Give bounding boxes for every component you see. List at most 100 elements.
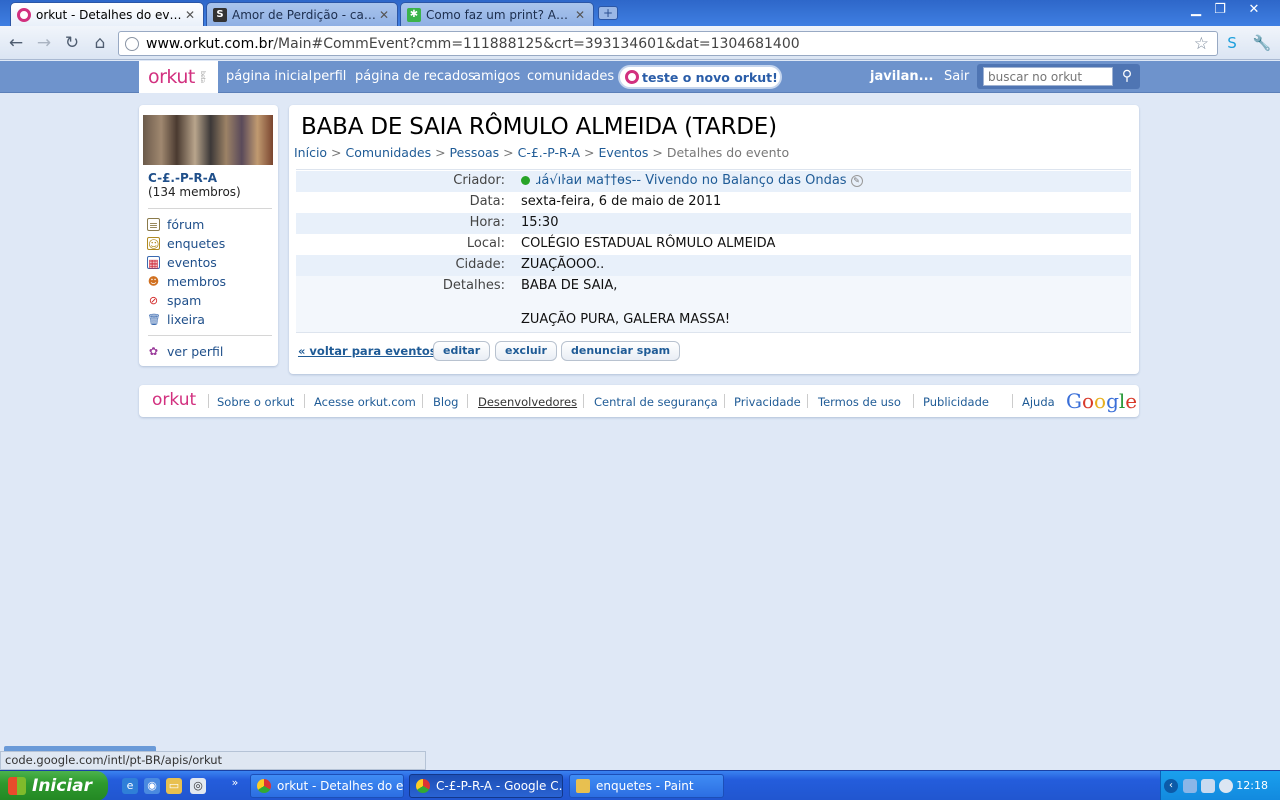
quicklaunch-expand-icon[interactable]: » [230,775,240,791]
taskbar-item-label: enquetes - Paint [596,779,694,793]
taskbar-item-community[interactable]: C-£-P-R-A - Google C... [409,774,563,798]
event-details-panel: BABA DE SAIA RÔMULO ALMEIDA (TARDE) Iníc… [289,105,1139,374]
sidebar-item-polls[interactable]: ☺ enquetes [147,236,225,251]
breadcrumb-inicio[interactable]: Início [294,145,327,160]
back-button[interactable]: ← [5,32,27,54]
pencil-icon[interactable]: ✎ [850,174,863,187]
try-new-orkut-button[interactable]: teste o novo orkut! [618,65,782,89]
footer-link-advertising[interactable]: Publicidade [923,395,989,409]
taskbar-item-paint[interactable]: enquetes - Paint [569,774,724,798]
nav-home[interactable]: página inicial [226,69,312,84]
footer-link-blog[interactable]: Blog [433,395,458,409]
search-input[interactable] [983,67,1113,86]
creator-value: ɹá√ıŀaи мa††ɵs-- Vivendo no Balanço das … [521,173,863,188]
nav-profile[interactable]: perfil [313,69,346,84]
edit-button[interactable]: editar [433,341,491,361]
bookmark-star-icon[interactable]: ☆ [1194,34,1209,54]
close-tab-icon[interactable]: ✕ [183,8,197,22]
taskbar-item-orkut[interactable]: orkut - Detalhes do e... [250,774,404,798]
page-title: BABA DE SAIA RÔMULO ALMEIDA (TARDE) [301,114,777,140]
creator-link[interactable]: ɹá√ıŀaи мa††ɵs-- Vivendo no Balanço das … [536,173,847,188]
logout-link[interactable]: Sair [944,69,969,84]
forward-button[interactable]: → [33,32,55,54]
nav-scraps[interactable]: página de recados [355,69,475,84]
members-icon: ☻ [147,275,160,288]
sidebar-item-label: enquetes [167,236,226,251]
tab-title: orkut - Detalhes do evento [36,7,183,22]
tab-orkut[interactable]: orkut - Detalhes do evento ✕ [10,2,204,26]
delete-button[interactable]: excluir [495,341,557,361]
community-photo[interactable] [143,115,273,165]
monitor-icon[interactable] [1201,779,1215,793]
restore-button[interactable]: ❐ [1208,1,1232,19]
breadcrumb-community[interactable]: C-£.-P-R-A [518,145,580,160]
start-button[interactable]: Iniciar [0,771,108,800]
chrome-icon [416,779,430,793]
taskbar-item-label: orkut - Detalhes do e... [277,779,404,793]
breadcrumb-eventos[interactable]: Eventos [598,145,648,160]
skype-extension-icon[interactable]: S [1222,33,1242,53]
sidebar-item-members[interactable]: ☻ membros [147,274,226,289]
breadcrumb-comunidades[interactable]: Comunidades [346,145,432,160]
wrench-menu-icon[interactable]: 🔧 [1252,33,1272,53]
close-tab-icon[interactable]: ✕ [377,8,391,22]
user-name-link[interactable]: javilan... [870,69,933,84]
orkut-logo-text: orkut [148,66,195,88]
scribd-favicon-icon: S [213,7,227,22]
close-tab-icon[interactable]: ✕ [573,8,587,22]
sidebar-item-label: lixeira [167,312,205,327]
back-to-events-link[interactable]: « voltar para eventos [298,344,437,358]
breadcrumb: Início > Comunidades > Pessoas > C-£.-P-… [294,145,790,160]
footer-link-privacy[interactable]: Privacidade [734,395,801,409]
google-logo: Google [1066,389,1138,413]
address-bar[interactable]: www.orkut.com.br/Main#CommEvent?cmm=1118… [118,31,1218,56]
details-row: Detalhes: BABA DE SAIA, ZUAÇÃO PURA, GAL… [296,276,1131,332]
folder-icon[interactable]: ▭ [166,778,182,794]
time-label: Hora: [469,215,505,230]
divider [583,394,584,408]
footer-link-about[interactable]: Sobre o orkut [217,395,294,409]
sidebar-item-label: spam [167,293,202,308]
reload-button[interactable]: ↻ [61,32,83,54]
footer-link-help[interactable]: Ajuda [1022,395,1055,409]
sidebar-item-forum[interactable]: ≡ fórum [147,217,204,232]
app-icon[interactable]: ◎ [190,778,206,794]
footer-link-terms[interactable]: Termos de uso [818,395,901,409]
network-icon[interactable] [1183,779,1197,793]
trash-icon: 🗑 [147,313,161,326]
community-members-count: (134 membros) [148,185,241,199]
url-path: /Main#CommEvent?cmm=111888125&crt=393134… [273,35,800,52]
tab-title: Amor de Perdição - caracte… [232,7,377,22]
sidebar-item-trash[interactable]: 🗑 lixeira [147,312,205,327]
close-window-button[interactable]: ✕ [1242,1,1266,19]
sidebar-item-spam[interactable]: ⊘ spam [147,293,201,308]
minimize-button[interactable]: ▁ [1184,1,1208,19]
sidebar-item-events[interactable]: ▦ eventos [147,255,217,270]
tab-como-faz-print[interactable]: ✱ Como faz um print? Akeles … ✕ [400,2,594,26]
footer-link-orkut-com[interactable]: Acesse orkut.com [314,395,416,409]
search-icon[interactable]: ⚲ [1118,67,1136,86]
community-name[interactable]: C-£.-P-R-A [148,171,217,185]
divider [1012,394,1013,408]
orkut-logo[interactable]: orkut beta [139,61,218,93]
footer-link-safety[interactable]: Central de segurança [594,395,718,409]
date-row: Data: sexta-feira, 6 de maio de 2011 [296,192,1131,213]
tray-expand-icon[interactable]: ‹ [1164,779,1178,793]
media-icon[interactable]: ◉ [144,778,160,794]
new-tab-button[interactable]: + [598,6,618,20]
forum-icon: ≡ [147,218,160,232]
nav-friends[interactable]: amigos [473,69,520,84]
internet-explorer-icon[interactable]: e [122,778,138,794]
home-button[interactable]: ⌂ [89,32,111,54]
footer-link-developers[interactable]: Desenvolvedores [478,395,577,409]
creator-label: Criador: [453,173,505,188]
tab-title: Como faz um print? Akeles … [426,7,573,22]
view-profile-label: ver perfil [167,344,224,359]
tab-amor-de-perdicao[interactable]: S Amor de Perdição - caracte… ✕ [206,2,398,26]
breadcrumb-pessoas[interactable]: Pessoas [450,145,500,160]
nav-communities[interactable]: comunidades [527,69,614,84]
report-spam-button[interactable]: denunciar spam [561,341,681,361]
profile-icon: ✿ [148,345,159,358]
volume-icon[interactable] [1219,779,1233,793]
view-profile-link[interactable]: ✿ ver perfil [147,344,223,359]
